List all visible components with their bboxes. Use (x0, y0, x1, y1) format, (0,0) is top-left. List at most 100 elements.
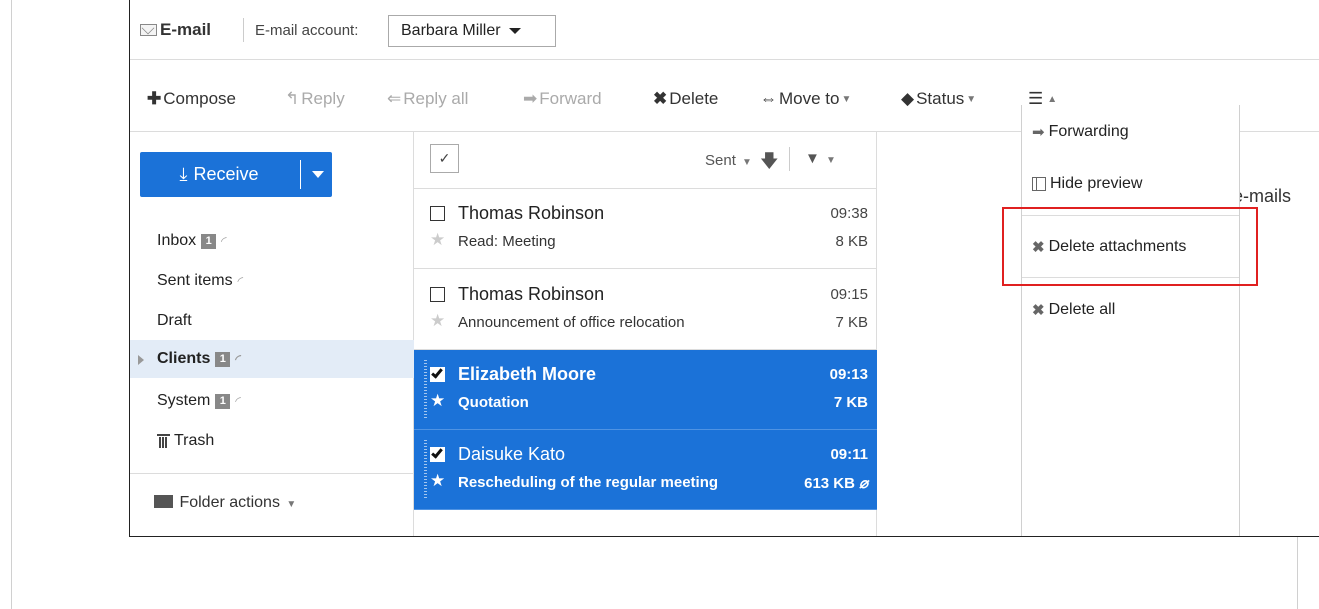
folder-trash[interactable]: Trash (130, 422, 414, 460)
sender-name: Daisuke Kato (458, 444, 566, 464)
move-to-button[interactable]: ⇔ Move to ▼ (760, 89, 851, 109)
star-icon[interactable]: ★ (430, 311, 445, 331)
folder-actions-button[interactable]: Folder actions ▼ (130, 473, 414, 536)
folder-sent-items[interactable]: Sent items ◜ (130, 262, 414, 300)
star-icon[interactable]: ★ (430, 391, 445, 411)
mail-row-selected[interactable]: Elizabeth Moore 09:13 ★ Quotation 7 KB (414, 350, 877, 430)
star-icon[interactable]: ★ (430, 471, 445, 491)
rss-icon: ◜ (234, 352, 239, 366)
row-checkbox-checked[interactable] (430, 366, 445, 382)
mail-row[interactable]: Thomas Robinson 09:38 ★ Read: Meeting 8 … (414, 189, 877, 269)
sender-name: Elizabeth Moore (458, 364, 597, 384)
folder-label: System (157, 392, 211, 409)
reply-button[interactable]: ↰ Reply (285, 89, 345, 109)
folder-inbox[interactable]: Inbox 1 ◜ (130, 222, 414, 260)
move-icon: ⇔ (760, 89, 777, 108)
panel-icon (1032, 177, 1046, 191)
outer-border-left (11, 0, 12, 609)
received-time: 09:15 (830, 286, 868, 303)
folder-system[interactable]: System 1 ◜ (130, 382, 414, 420)
folder-label: Draft (157, 312, 192, 329)
account-select[interactable]: Barbara Miller (388, 15, 556, 47)
app-header: E-mail E-mail account: Barbara Miller (130, 0, 1319, 60)
mail-row-selected[interactable]: Daisuke Kato 09:11 ★ Rescheduling of the… (414, 430, 877, 510)
folder-sidebar: ⤓ Receive Inbox 1 ◜ Sent items ◜ Draft C… (130, 132, 414, 536)
forward-icon: ➡ (523, 89, 538, 108)
status-label: Status (916, 89, 965, 108)
sort-field-label: Sent (705, 152, 736, 169)
menu-item-delete-all[interactable]: ✖ Delete all (1022, 301, 1239, 319)
title-divider (243, 18, 244, 42)
unread-badge: 1 (215, 351, 231, 367)
status-button[interactable]: ◆ Status ▼ (901, 89, 976, 109)
mail-size: 7 KB (833, 394, 868, 411)
row-checkbox-checked[interactable] (430, 446, 445, 462)
chevron-down-icon: ▼ (286, 499, 297, 510)
folder-actions-label: Folder actions (179, 494, 280, 511)
receive-divider (300, 160, 301, 189)
chevron-down-icon (311, 171, 324, 178)
delete-label: Delete (669, 89, 719, 108)
mail-size: 7 KB (835, 314, 868, 331)
chevron-down-icon (509, 27, 522, 34)
forward-label: Forward (539, 89, 602, 108)
expand-icon[interactable] (138, 355, 144, 365)
attachment-icon: ⌀ (858, 475, 868, 492)
mail-subject: Quotation (458, 394, 529, 411)
menu-item-forwarding[interactable]: ➡ Forwarding (1022, 123, 1239, 141)
mail-subject: Announcement of office relocation (458, 314, 685, 331)
drag-handle[interactable] (424, 440, 427, 498)
mail-subject: Read: Meeting (458, 233, 556, 250)
folder-clients[interactable]: Clients 1 ◜ (130, 340, 414, 378)
checkmark-icon (431, 446, 443, 459)
arrow-right-icon: ➡ (1032, 124, 1045, 141)
row-checkbox[interactable] (430, 287, 445, 302)
plus-icon: ✚ (147, 89, 162, 108)
menu-item-label: Delete all (1048, 301, 1116, 318)
reply-label: Reply (301, 89, 345, 108)
compose-button[interactable]: ✚ Compose (147, 89, 236, 109)
unread-badge: 1 (215, 393, 231, 409)
menu-item-label: Forwarding (1048, 123, 1129, 140)
delete-icon: ✖ (653, 89, 668, 108)
delete-button[interactable]: ✖ Delete (653, 89, 718, 109)
receive-button[interactable]: ⤓ Receive (140, 152, 298, 197)
star-icon[interactable]: ★ (430, 230, 445, 250)
folder-label: Sent items (157, 272, 233, 289)
select-all-checkbox[interactable]: ✓ (430, 144, 459, 173)
account-value: Barbara Miller (401, 22, 501, 39)
row-checkbox[interactable] (430, 206, 445, 221)
folder-draft[interactable]: Draft (130, 302, 414, 340)
chevron-down-icon: ▼ (742, 157, 752, 168)
compose-label: Compose (163, 89, 237, 108)
app-title-text: E-mail (160, 20, 212, 39)
outer-border-right (1297, 537, 1298, 609)
delete-icon: ✖ (1032, 302, 1045, 319)
highlight-box (1002, 207, 1258, 286)
mail-row[interactable]: Thomas Robinson 09:15 ★ Announcement of … (414, 270, 877, 350)
app-title: E-mail (140, 20, 211, 40)
more-actions-menu: ➡ Forwarding Hide preview ✖ Delete attac… (1021, 105, 1240, 536)
mail-subject: Rescheduling of the regular meeting (458, 474, 719, 491)
mail-size: 613 KB (804, 475, 855, 492)
forward-button[interactable]: ➡ Forward (523, 89, 602, 109)
account-label: E-mail account: (255, 22, 359, 39)
tag-icon: ◆ (901, 89, 915, 108)
mail-icon (140, 24, 157, 36)
chevron-up-icon: ▲ (1047, 93, 1058, 105)
filter-button[interactable]: ▼ ▼ (805, 150, 836, 167)
header-divider (789, 147, 790, 171)
sort-direction-icon[interactable]: 🡇 (760, 149, 779, 179)
reply-all-button[interactable]: ⇐ Reply all (387, 89, 468, 109)
chevron-down-icon: ▼ (826, 155, 836, 166)
folder-label: Clients (157, 350, 211, 367)
drag-handle[interactable] (424, 360, 427, 418)
receive-dropdown-button[interactable] (303, 152, 332, 197)
sender-name: Thomas Robinson (458, 284, 605, 304)
rss-icon: ◜ (234, 394, 239, 408)
folder-label: Trash (174, 432, 215, 449)
menu-item-hide-preview[interactable]: Hide preview (1022, 175, 1239, 193)
mail-list: ✓ Sent ▼ 🡇 ▼ ▼ Thomas Robinson 09:38 ★ R… (414, 132, 877, 536)
sort-field-button[interactable]: Sent ▼ (705, 152, 752, 169)
chevron-down-icon: ▼ (841, 93, 852, 105)
